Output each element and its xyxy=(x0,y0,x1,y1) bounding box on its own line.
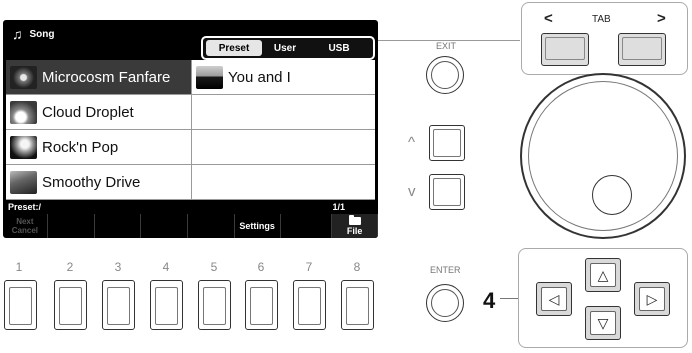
screen-button-5[interactable] xyxy=(198,280,231,330)
status-bar: Preset:/ 1/1 xyxy=(6,202,375,213)
tab-usb[interactable]: USB xyxy=(308,40,370,56)
next-cancel-button[interactable]: Next Cancel xyxy=(3,214,48,238)
screen-title: ♫ Song xyxy=(12,27,55,41)
song-item-smoothy-drive[interactable]: Smoothy Drive xyxy=(6,165,192,200)
screen-button-8[interactable] xyxy=(341,280,374,330)
tab-right-symbol: > xyxy=(657,10,666,27)
data-dial[interactable] xyxy=(520,73,686,239)
triangle-left-icon: ◁ xyxy=(548,290,560,307)
button-number-1: 1 xyxy=(15,260,23,274)
next-label: Next xyxy=(16,217,34,226)
step-number: 4 xyxy=(483,288,496,313)
cursor-up-button[interactable]: △ xyxy=(585,258,621,292)
song-thumbnail-image xyxy=(10,170,37,194)
up-arrow-icon: ^ xyxy=(408,134,416,151)
file-button[interactable]: File xyxy=(332,214,378,238)
song-item-label: Smoothy Drive xyxy=(42,173,141,191)
tab-button-group: < TAB > xyxy=(521,2,688,75)
triangle-right-icon: ▷ xyxy=(646,290,658,307)
screen-button-1[interactable] xyxy=(4,280,37,330)
exit-button[interactable] xyxy=(426,56,464,94)
current-path: Preset:/ xyxy=(8,202,42,212)
button-number-4: 4 xyxy=(162,260,170,274)
button-number-5: 5 xyxy=(210,260,218,274)
screen-button-3[interactable] xyxy=(102,280,135,330)
source-tab-bar: Preset User USB xyxy=(201,36,375,60)
music-note-icon: ♫ xyxy=(12,26,23,42)
song-item-label: Cloud Droplet xyxy=(42,103,134,121)
tab-user[interactable]: User xyxy=(262,40,308,56)
song-item-cloud-droplet[interactable]: Cloud Droplet xyxy=(6,95,192,130)
enter-button[interactable] xyxy=(426,284,464,322)
song-item-label: You and I xyxy=(228,68,291,86)
song-thumbnail-image xyxy=(196,65,223,89)
enter-label: ENTER xyxy=(430,265,461,275)
button-number-6: 6 xyxy=(257,260,265,274)
song-item-empty xyxy=(192,130,375,165)
cursor-left-button[interactable]: ◁ xyxy=(536,282,572,316)
cursor-button-group: △ ◁ ▷ ▽ xyxy=(518,248,688,348)
step-callout-line xyxy=(500,298,518,299)
tab-left-symbol: < xyxy=(544,10,553,27)
song-item-rock-n-pop[interactable]: Rock'n Pop xyxy=(6,130,192,165)
lcd-screen: ♫ Song Preset User USB Microcosm Fanfare… xyxy=(3,20,378,238)
song-item-label: Rock'n Pop xyxy=(42,138,119,156)
soft-button-bar: Next Cancel Settings File xyxy=(3,214,378,238)
song-item-label: Microcosm Fanfare xyxy=(42,68,171,86)
song-item-you-and-i[interactable]: You and I xyxy=(192,60,375,95)
screen-button-4[interactable] xyxy=(150,280,183,330)
soft-button-4[interactable] xyxy=(141,214,189,238)
down-button[interactable] xyxy=(429,174,465,210)
page-indicator: 1/1 xyxy=(332,202,345,212)
song-thumbnail-image xyxy=(10,135,37,159)
tab-preset[interactable]: Preset xyxy=(206,40,262,56)
screen-title-text: Song xyxy=(29,28,55,40)
cursor-down-button[interactable]: ▽ xyxy=(585,306,621,340)
song-item-microcosm-fanfare[interactable]: Microcosm Fanfare xyxy=(6,60,192,95)
song-item-empty xyxy=(192,165,375,200)
triangle-up-icon: △ xyxy=(597,266,609,283)
button-number-8: 8 xyxy=(353,260,361,274)
tab-right-button[interactable] xyxy=(618,33,666,66)
song-list: Microcosm Fanfare You and I Cloud Drople… xyxy=(6,60,375,200)
cancel-label: Cancel xyxy=(11,226,38,235)
tab-label: TAB xyxy=(592,14,611,25)
settings-button[interactable]: Settings xyxy=(235,214,281,238)
song-item-empty xyxy=(192,95,375,130)
screen-button-6[interactable] xyxy=(245,280,278,330)
cursor-right-button[interactable]: ▷ xyxy=(634,282,670,316)
up-button[interactable] xyxy=(429,125,465,161)
soft-button-3[interactable] xyxy=(95,214,142,238)
button-number-3: 3 xyxy=(114,260,122,274)
screen-button-2[interactable] xyxy=(54,280,87,330)
triangle-down-icon: ▽ xyxy=(597,314,609,331)
tab-left-button[interactable] xyxy=(541,33,589,66)
folder-icon xyxy=(348,214,361,225)
song-thumbnail-image xyxy=(10,100,37,124)
file-label: File xyxy=(346,225,363,236)
soft-button-5[interactable] xyxy=(188,214,235,238)
button-number-7: 7 xyxy=(305,260,313,274)
soft-button-7[interactable] xyxy=(281,214,333,238)
exit-label: EXIT xyxy=(436,41,457,51)
data-dial-knob[interactable] xyxy=(592,175,632,215)
down-arrow-icon: v xyxy=(408,183,416,200)
button-number-2: 2 xyxy=(66,260,74,274)
soft-button-2[interactable] xyxy=(48,214,95,238)
screen-button-7[interactable] xyxy=(293,280,326,330)
song-thumbnail-image xyxy=(10,65,37,89)
